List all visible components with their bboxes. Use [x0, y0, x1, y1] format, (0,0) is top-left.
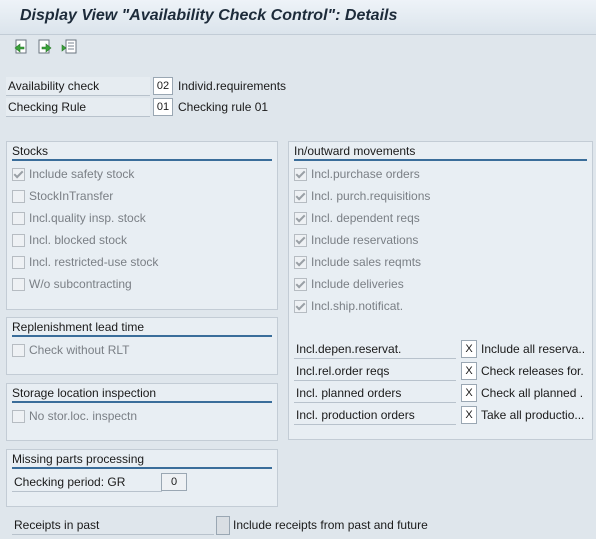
- incl-planned-orders-label: Incl. planned orders: [294, 384, 456, 403]
- no-stor-loc-inspectn-checkbox-row[interactable]: No stor.loc. inspectn: [12, 407, 137, 425]
- quality-insp-stock-checkbox-row[interactable]: Incl.quality insp. stock: [12, 209, 146, 227]
- check-without-rlt-checkbox[interactable]: [12, 343, 25, 357]
- restricted-use-stock-label: Incl. restricted-use stock: [29, 255, 159, 269]
- title-bar: Display View "Availability Check Control…: [0, 0, 596, 35]
- incl-rel-order-reqs-desc: Check releases for...: [481, 364, 584, 378]
- incl-production-orders-row: Incl. production orders X Take all produ…: [294, 406, 586, 425]
- include-sales-reqmts-label: Include sales reqmts: [311, 255, 422, 269]
- incl-purchase-orders-label: Incl.purchase orders: [311, 167, 420, 181]
- check-without-rlt-label: Check without RLT: [29, 343, 130, 357]
- incl-depen-reservat-row: Incl.depen.reservat. X Include all reser…: [294, 340, 586, 359]
- other-entry-button[interactable]: [60, 38, 78, 56]
- application-toolbar: [12, 38, 78, 60]
- restricted-use-stock-checkbox-row[interactable]: Incl. restricted-use stock: [12, 253, 158, 271]
- incl-ship-notificat-label: Incl.ship.notificat.: [311, 299, 404, 313]
- replenishment-group-title: Replenishment lead time: [12, 320, 272, 337]
- quality-insp-stock-checkbox[interactable]: [12, 211, 25, 225]
- stocks-group-title: Stocks: [12, 144, 272, 161]
- checking-rule-row: Checking Rule 01 Checking rule 01: [0, 98, 320, 117]
- incl-production-orders-label: Incl. production orders: [294, 406, 456, 425]
- movements-group-title: In/outward movements: [294, 144, 587, 161]
- checking-rule-label: Checking Rule: [6, 98, 150, 117]
- stocks-group: Stocks Include safety stock StockInTrans…: [6, 141, 278, 310]
- incl-dependent-reqs-checkbox-row[interactable]: Incl. dependent reqs: [294, 209, 420, 227]
- missing-parts-group: Missing parts processing Checking period…: [6, 449, 278, 507]
- availability-check-desc: Individ.requirements: [178, 79, 287, 93]
- no-stor-loc-inspectn-checkbox[interactable]: [12, 409, 25, 423]
- missing-parts-group-title: Missing parts processing: [12, 452, 272, 469]
- include-safety-stock-checkbox[interactable]: [12, 167, 25, 181]
- blocked-stock-checkbox[interactable]: [12, 233, 25, 247]
- availability-check-label: Availability check: [6, 77, 150, 96]
- incl-production-orders-desc: Take all productio...: [481, 408, 584, 422]
- wo-subcontracting-label: W/o subcontracting: [29, 277, 132, 291]
- receipts-in-past-desc: Include receipts from past and future: [233, 518, 428, 532]
- incl-planned-orders-field[interactable]: X: [461, 384, 477, 402]
- blocked-stock-checkbox-row[interactable]: Incl. blocked stock: [12, 231, 127, 249]
- include-safety-stock-label: Include safety stock: [29, 167, 135, 181]
- include-deliveries-label: Include deliveries: [311, 277, 404, 291]
- checking-period-gr-field[interactable]: 0: [161, 473, 187, 491]
- include-reservations-checkbox-row[interactable]: Include reservations: [294, 231, 418, 249]
- incl-purchase-orders-checkbox-row[interactable]: Incl.purchase orders: [294, 165, 420, 183]
- checking-period-gr-label: Checking period: GR: [12, 473, 162, 492]
- restricted-use-stock-checkbox[interactable]: [12, 255, 25, 269]
- storage-location-group-title: Storage location inspection: [12, 386, 272, 403]
- incl-purchase-orders-checkbox[interactable]: [294, 167, 307, 181]
- page-title: Display View "Availability Check Control…: [20, 7, 398, 24]
- incl-purch-requisitions-label: Incl. purch.requisitions: [311, 189, 431, 203]
- availability-check-row: Availability check 02 Individ.requiremen…: [0, 77, 320, 96]
- incl-rel-order-reqs-row: Incl.rel.order reqs X Check releases for…: [294, 362, 586, 381]
- incl-depen-reservat-field[interactable]: X: [461, 340, 477, 358]
- next-entry-icon: [38, 39, 52, 54]
- incl-ship-notificat-checkbox[interactable]: [294, 299, 307, 313]
- other-entry-icon: [61, 39, 77, 54]
- storage-location-group: Storage location inspection No stor.loc.…: [6, 383, 278, 441]
- wo-subcontracting-checkbox[interactable]: [12, 277, 25, 291]
- previous-entry-button[interactable]: [12, 38, 30, 56]
- incl-dependent-reqs-checkbox[interactable]: [294, 211, 307, 225]
- no-stor-loc-inspectn-label: No stor.loc. inspectn: [29, 409, 138, 423]
- include-reservations-label: Include reservations: [311, 233, 419, 247]
- check-without-rlt-checkbox-row[interactable]: Check without RLT: [12, 341, 129, 359]
- incl-purch-requisitions-checkbox[interactable]: [294, 189, 307, 203]
- receipts-in-past-field[interactable]: [216, 516, 230, 535]
- previous-entry-icon: [14, 39, 27, 54]
- include-sales-reqmts-checkbox[interactable]: [294, 255, 307, 269]
- incl-purch-requisitions-checkbox-row[interactable]: Incl. purch.requisitions: [294, 187, 430, 205]
- stock-in-transfer-checkbox[interactable]: [12, 189, 25, 203]
- stock-in-transfer-checkbox-row[interactable]: StockInTransfer: [12, 187, 113, 205]
- blocked-stock-label: Incl. blocked stock: [29, 233, 128, 247]
- replenishment-group: Replenishment lead time Check without RL…: [6, 317, 278, 375]
- incl-dependent-reqs-label: Incl. dependent reqs: [311, 211, 420, 225]
- quality-insp-stock-label: Incl.quality insp. stock: [29, 211, 146, 225]
- checking-rule-field[interactable]: 01: [153, 98, 173, 116]
- incl-depen-reservat-desc: Include all reserva...: [481, 342, 584, 356]
- incl-rel-order-reqs-label: Incl.rel.order reqs: [294, 362, 456, 381]
- stock-in-transfer-label: StockInTransfer: [29, 189, 114, 203]
- incl-depen-reservat-label: Incl.depen.reservat.: [294, 340, 456, 359]
- include-sales-reqmts-checkbox-row[interactable]: Include sales reqmts: [294, 253, 421, 271]
- include-reservations-checkbox[interactable]: [294, 233, 307, 247]
- receipts-in-past-label: Receipts in past: [12, 516, 214, 535]
- availability-check-field[interactable]: 02: [153, 77, 173, 95]
- incl-production-orders-field[interactable]: X: [461, 406, 477, 424]
- include-deliveries-checkbox-row[interactable]: Include deliveries: [294, 275, 404, 293]
- wo-subcontracting-checkbox-row[interactable]: W/o subcontracting: [12, 275, 132, 293]
- checking-rule-desc: Checking rule 01: [178, 100, 269, 114]
- next-entry-button[interactable]: [36, 38, 54, 56]
- include-safety-stock-checkbox-row[interactable]: Include safety stock: [12, 165, 134, 183]
- incl-ship-notificat-checkbox-row[interactable]: Incl.ship.notificat.: [294, 297, 403, 315]
- movements-group: In/outward movements Incl.purchase order…: [288, 141, 593, 440]
- incl-planned-orders-row: Incl. planned orders X Check all planned…: [294, 384, 586, 403]
- include-deliveries-checkbox[interactable]: [294, 277, 307, 291]
- incl-planned-orders-desc: Check all planned ...: [481, 386, 584, 400]
- incl-rel-order-reqs-field[interactable]: X: [461, 362, 477, 380]
